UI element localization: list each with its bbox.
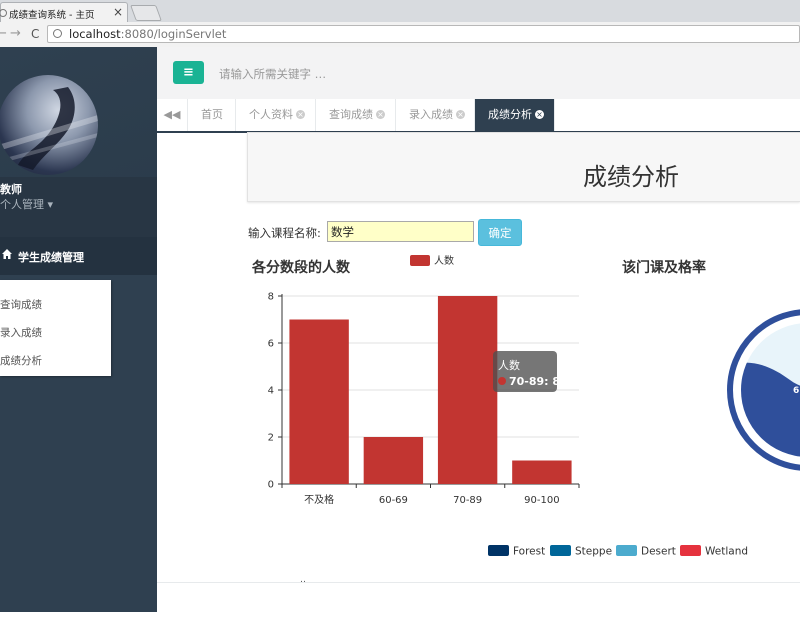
legend-label: 人数 <box>434 254 454 267</box>
browser-tab-title: 成绩查询系统 - 主页 <box>9 10 95 21</box>
gauge-value-label: 6 <box>793 386 799 396</box>
page-title-panel: 成绩分析 <box>247 132 800 202</box>
tab-profile[interactable]: 个人资料 × <box>236 99 316 131</box>
legend-item[interactable]: Forest <box>488 545 545 558</box>
legend-swatch <box>616 545 637 556</box>
close-icon[interactable]: × <box>296 110 305 119</box>
gauge-legend: Forest Steppe Desert Wetland <box>488 545 748 558</box>
y-tick-label: 6 <box>268 339 274 350</box>
url-field[interactable]: localhost:8080/loginServlet <box>47 25 800 43</box>
legend-item[interactable]: Steppe <box>550 545 612 558</box>
nav-group-label: 学生成绩管理 <box>18 251 84 264</box>
close-icon[interactable]: × <box>113 5 123 19</box>
back-icon[interactable]: ← <box>0 26 7 41</box>
close-icon[interactable]: × <box>376 110 385 119</box>
legend-swatch <box>680 545 701 556</box>
y-tick-label: 0 <box>268 480 274 491</box>
bar[interactable] <box>437 296 498 484</box>
reload-icon[interactable]: C <box>31 27 39 41</box>
bar-legend[interactable]: 人数 <box>410 254 454 267</box>
y-tick-label: 2 <box>268 433 274 444</box>
y-tick-label: 8 <box>268 292 274 303</box>
pass-rate-gauge: 6 <box>727 309 800 471</box>
x-tick-label: 不及格 <box>304 493 334 506</box>
url-text: localhost:8080/loginServlet <box>69 27 227 41</box>
y-tick-label: 4 <box>268 386 274 397</box>
sidebar-item-query-grades[interactable]: 查询成绩 <box>0 297 42 312</box>
sidebar-item-grade-analysis[interactable]: 成绩分析 <box>0 353 42 368</box>
profile-area: 教师 个人管理 ▾ <box>0 47 157 237</box>
tab-grade-analysis[interactable]: 成绩分析 × <box>475 99 555 131</box>
close-icon[interactable]: × <box>456 110 465 119</box>
close-icon[interactable]: × <box>535 110 544 119</box>
nav-submenu: 查询成绩 录入成绩 成绩分析 <box>0 280 111 376</box>
bottom-partial-text: ‥ <box>300 575 307 585</box>
x-tick-label: 70-89 <box>453 495 482 506</box>
legend-swatch <box>550 545 571 556</box>
menu-toggle-button[interactable]: ≡ <box>173 61 204 84</box>
tooltip-value: 70-89: 8 <box>509 375 560 388</box>
home-icon <box>2 249 12 262</box>
bar-tooltip: 人数 70-89: 8 <box>493 351 560 392</box>
sidebar-item-enter-grades[interactable]: 录入成绩 <box>0 325 42 340</box>
footer-divider <box>157 582 800 583</box>
legend-label: Wetland <box>705 546 748 558</box>
avatar-image <box>0 87 98 170</box>
browser-tab[interactable]: 成绩查询系统 - 主页 × <box>0 2 128 22</box>
tab-enter-grades[interactable]: 录入成绩 × <box>396 99 475 131</box>
confirm-button[interactable]: 确定 <box>478 219 522 246</box>
tab-query-grades[interactable]: 查询成绩 × <box>316 99 396 131</box>
course-name-input[interactable] <box>327 221 474 242</box>
page-title: 成绩分析 <box>583 163 679 191</box>
user-role: 教师 <box>0 183 22 196</box>
x-tick-label: 60-69 <box>379 495 408 506</box>
pass-rate-chart-title: 该门课及格率 <box>622 260 706 276</box>
nav-group-student-grades[interactable]: 学生成绩管理 <box>0 237 157 275</box>
legend-item[interactable]: Wetland <box>680 545 748 558</box>
bar[interactable] <box>289 319 349 485</box>
profile-menu-toggle[interactable]: 个人管理 ▾ <box>0 196 53 212</box>
info-icon <box>53 29 62 38</box>
search-input[interactable] <box>217 64 441 84</box>
legend-label: Steppe <box>575 546 612 558</box>
legend-label: Forest <box>513 546 545 558</box>
tooltip-marker <box>498 377 506 385</box>
browser-tab-bar: 成绩查询系统 - 主页 × <box>0 0 800 23</box>
new-tab-button[interactable] <box>130 5 162 21</box>
x-tick-label: 90-100 <box>524 495 559 506</box>
bar[interactable] <box>512 460 572 485</box>
course-name-label: 输入课程名称: <box>248 226 321 240</box>
bar[interactable] <box>363 437 424 484</box>
top-header: ≡ <box>157 47 800 100</box>
sidebar-footer <box>0 612 157 630</box>
page-favicon-icon <box>0 9 7 17</box>
legend-item[interactable]: Desert <box>616 545 676 558</box>
legend-swatch <box>410 255 430 266</box>
address-bar: ← → C localhost:8080/loginServlet <box>0 22 800 48</box>
tabs-scroll-left-button[interactable]: ◀◀ <box>157 99 188 131</box>
legend-label: Desert <box>641 546 676 558</box>
forward-icon[interactable]: → <box>10 26 21 41</box>
legend-swatch <box>488 545 509 556</box>
tooltip-title: 人数 <box>498 359 520 372</box>
score-band-bar-chart: 人数 0 2 4 6 8 不及格 60-69 70-89 90-100 人数 70-89: 8 <box>268 254 580 506</box>
content-tabs: ◀◀ 首页 个人资料 × 查询成绩 × 录入成绩 × 成绩分析 × <box>157 99 800 133</box>
tab-home[interactable]: 首页 <box>188 99 236 131</box>
avatar <box>0 75 98 175</box>
